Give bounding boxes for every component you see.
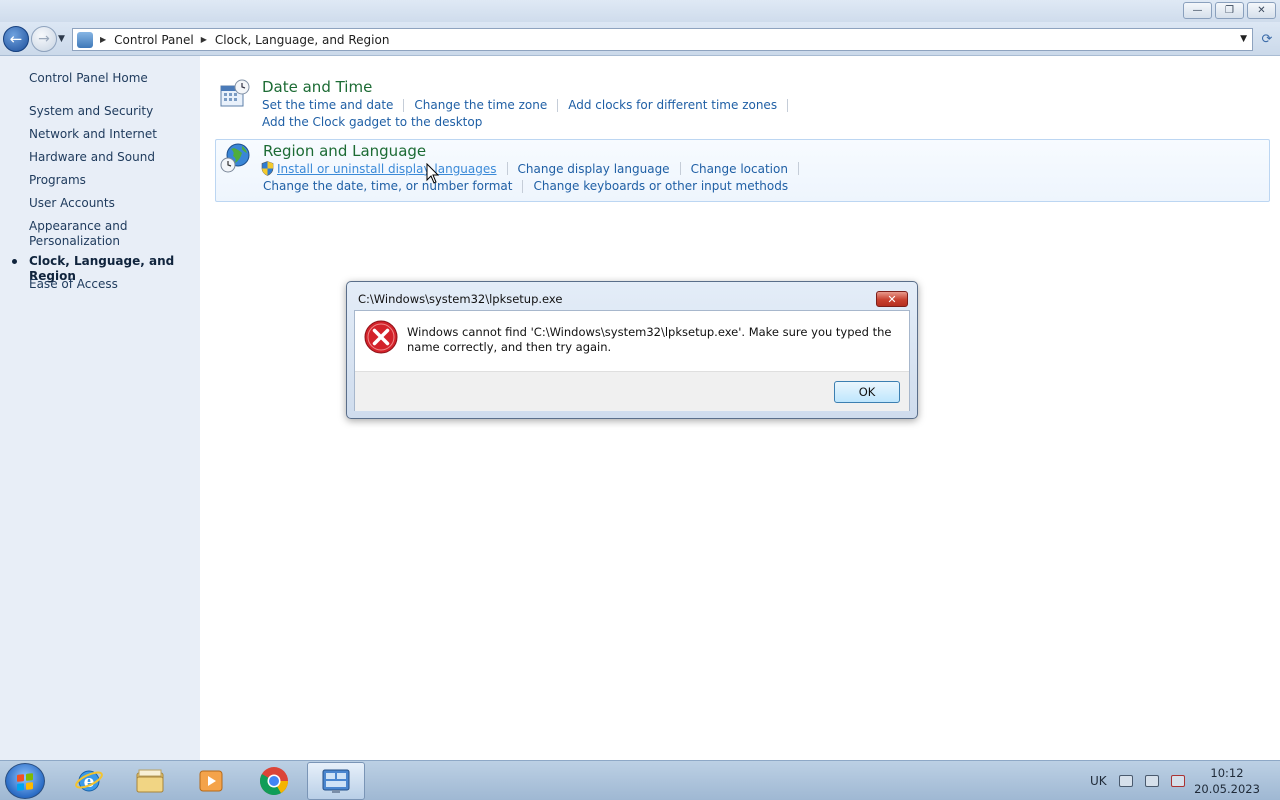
- language-indicator[interactable]: UK: [1090, 774, 1107, 788]
- taskbar-chrome[interactable]: [245, 762, 303, 800]
- network-icon[interactable]: [1144, 775, 1159, 787]
- dialog-body: Windows cannot find 'C:\Windows\system32…: [354, 310, 910, 411]
- control-panel-icon: [77, 31, 93, 48]
- link-set-time-date[interactable]: Set the time and date: [262, 98, 393, 112]
- sidebar-item-system-security[interactable]: System and Security: [29, 104, 194, 119]
- keyboard-icon[interactable]: [1118, 775, 1133, 787]
- dialog-title: C:\Windows\system32\lpksetup.exe: [358, 292, 563, 306]
- region-links-row-2: Change the date, time, or number format …: [263, 179, 788, 193]
- link-change-location[interactable]: Change location: [691, 162, 788, 176]
- link-change-keyboards[interactable]: Change keyboards or other input methods: [533, 179, 788, 193]
- back-arrow-icon: ←: [9, 30, 23, 48]
- category-region-language: Region and Language Install or uninstall…: [215, 139, 1270, 202]
- uac-shield-icon: [261, 161, 274, 176]
- taskbar-windows-explorer[interactable]: [121, 762, 179, 800]
- back-button[interactable]: ←: [3, 26, 29, 52]
- taskbar-internet-explorer[interactable]: e: [60, 762, 118, 800]
- sidebar-item-programs[interactable]: Programs: [29, 173, 194, 188]
- breadcrumb-chevron-icon[interactable]: ▶: [201, 35, 207, 44]
- breadcrumb-clock-language-region[interactable]: Clock, Language, and Region: [215, 33, 390, 47]
- dialog-message: Windows cannot find 'C:\Windows\system32…: [407, 325, 892, 354]
- minimize-button[interactable]: —: [1183, 2, 1212, 19]
- sidebar-control-panel-home[interactable]: Control Panel Home: [29, 71, 148, 85]
- address-dropdown-icon[interactable]: ▼: [1240, 34, 1247, 44]
- link-add-clock-gadget[interactable]: Add the Clock gadget to the desktop: [262, 115, 482, 129]
- sidebar-item-ease-of-access[interactable]: Ease of Access: [29, 277, 194, 292]
- folder-icon: [136, 769, 164, 793]
- breadcrumb-chevron-icon[interactable]: ▶: [100, 35, 106, 44]
- category-title-region-language[interactable]: Region and Language: [263, 142, 426, 160]
- link-divider: [506, 162, 508, 175]
- breadcrumb-control-panel[interactable]: Control Panel: [114, 33, 194, 47]
- windows-logo-icon: [17, 773, 33, 791]
- sidebar-item-hardware-sound[interactable]: Hardware and Sound: [29, 150, 194, 165]
- taskbar-media-player[interactable]: [182, 762, 240, 800]
- control-panel-icon: [322, 769, 350, 793]
- link-change-time-zone[interactable]: Change the time zone: [414, 98, 547, 112]
- recent-pages-dropdown[interactable]: ▼: [58, 34, 65, 44]
- forward-arrow-icon: →: [38, 31, 50, 47]
- forward-button[interactable]: →: [31, 26, 57, 52]
- category-title-date-time[interactable]: Date and Time: [262, 78, 372, 96]
- sidebar-item-appearance[interactable]: Appearance and Personalization: [29, 219, 149, 249]
- taskbar-control-panel[interactable]: [307, 762, 365, 800]
- error-icon: [364, 320, 398, 354]
- volume-muted-icon[interactable]: [1170, 775, 1185, 787]
- link-change-date-time-number-format[interactable]: Change the date, time, or number format: [263, 179, 512, 193]
- link-divider: [797, 162, 799, 175]
- sidebar-item-network-internet[interactable]: Network and Internet: [29, 127, 194, 142]
- link-install-uninstall-languages[interactable]: Install or uninstall display languages: [277, 162, 497, 176]
- window-titlebar: — ❐ ✕: [0, 0, 1280, 22]
- active-bullet-icon: [12, 259, 17, 264]
- link-divider: [557, 98, 559, 112]
- restore-button[interactable]: ❐: [1215, 2, 1244, 19]
- link-divider: [522, 179, 524, 193]
- start-button[interactable]: [5, 763, 45, 799]
- link-add-clocks[interactable]: Add clocks for different time zones: [568, 98, 777, 112]
- navigation-bar: ← → ▼ ▶ Control Panel ▶ Clock, Language,…: [0, 22, 1280, 56]
- link-divider: [787, 98, 789, 112]
- taskbar: e UK 10:12 20.05.2023: [0, 760, 1280, 800]
- sidebar-item-user-accounts[interactable]: User Accounts: [29, 196, 194, 211]
- calendar-clock-icon: [220, 79, 250, 107]
- link-divider: [403, 98, 405, 112]
- ie-icon: e: [75, 770, 103, 792]
- date-time-links-row-2: Add the Clock gadget to the desktop: [262, 115, 482, 129]
- category-date-time: Date and Time Set the time and date Chan…: [215, 76, 1270, 132]
- clock-date: 20.05.2023: [1194, 782, 1260, 796]
- date-time-links-row-1: Set the time and date Change the time zo…: [262, 98, 798, 112]
- refresh-icon: ⟳: [1261, 32, 1273, 47]
- link-divider: [679, 162, 681, 175]
- ok-button[interactable]: OK: [834, 381, 900, 403]
- system-tray: UK: [1090, 761, 1197, 800]
- error-dialog: C:\Windows\system32\lpksetup.exe ✕ Windo…: [346, 281, 918, 419]
- globe-clock-icon: [220, 143, 250, 173]
- link-change-display-language[interactable]: Change display language: [518, 162, 670, 176]
- close-icon: ✕: [887, 292, 897, 306]
- window-controls: — ❐ ✕: [1183, 2, 1276, 19]
- region-links-row-1: Install or uninstall display languages C…: [261, 161, 809, 176]
- refresh-button[interactable]: ⟳: [1257, 28, 1277, 51]
- media-player-icon: [199, 770, 223, 792]
- sidebar: Control Panel Home System and Security N…: [0, 56, 200, 760]
- dialog-footer: OK: [355, 371, 909, 411]
- address-bar[interactable]: ▶ Control Panel ▶ Clock, Language, and R…: [72, 28, 1253, 51]
- close-window-button[interactable]: ✕: [1247, 2, 1276, 19]
- chrome-icon: [260, 767, 288, 795]
- clock-time: 10:12: [1210, 766, 1244, 780]
- dialog-close-button[interactable]: ✕: [876, 291, 908, 307]
- mouse-pointer-icon: [426, 163, 440, 184]
- taskbar-clock[interactable]: 10:12 20.05.2023: [1192, 765, 1262, 797]
